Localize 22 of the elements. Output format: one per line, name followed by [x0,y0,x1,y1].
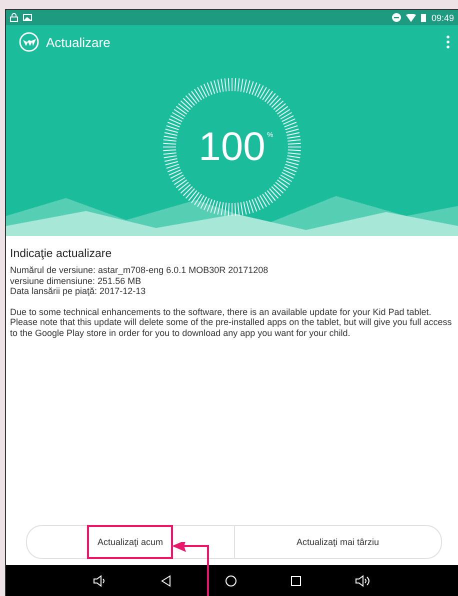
volume-up-icon[interactable] [355,574,371,586]
battery-icon [421,13,426,22]
lock-icon [10,13,18,22]
home-icon[interactable] [225,574,237,586]
toolbar-title: Actualizare [46,34,110,50]
update-heading: Indicaţie actualizare [10,248,113,260]
recents-icon[interactable] [291,576,301,586]
highlight-box: Actualizaţi acum [87,525,174,559]
app-logo-icon [19,32,39,52]
update-description: Due to some technical enhancements to the software, there is an available update for your Kid Pad tablet. Please note that this update will delete some of the pre-installed apps on the tablet, but will give you full access to the Google Play store in order for you to download any app you want for your child. [10,306,452,338]
update-button[interactable]: Actualizaţi acum [27,526,234,558]
image-icon [23,14,32,21]
do-not-disturb-icon [392,13,402,22]
back-icon[interactable] [161,574,171,586]
update-button[interactable]: Actualizaţi mai târziu [234,526,441,558]
wifi-icon [406,14,416,22]
version-info: Data lansării pe piaţă: 2017-12-13 [10,286,147,296]
progress-percent: 100 [198,124,266,170]
status-time: 09:49 [431,12,454,22]
volume-down-icon[interactable] [93,574,107,586]
version-info: Numărul de versiune: astar_m708-eng 6.0.1 MOB30R 20171208 [10,265,270,276]
version-info: versiune dimensiune: 251.56 MB [10,276,142,286]
